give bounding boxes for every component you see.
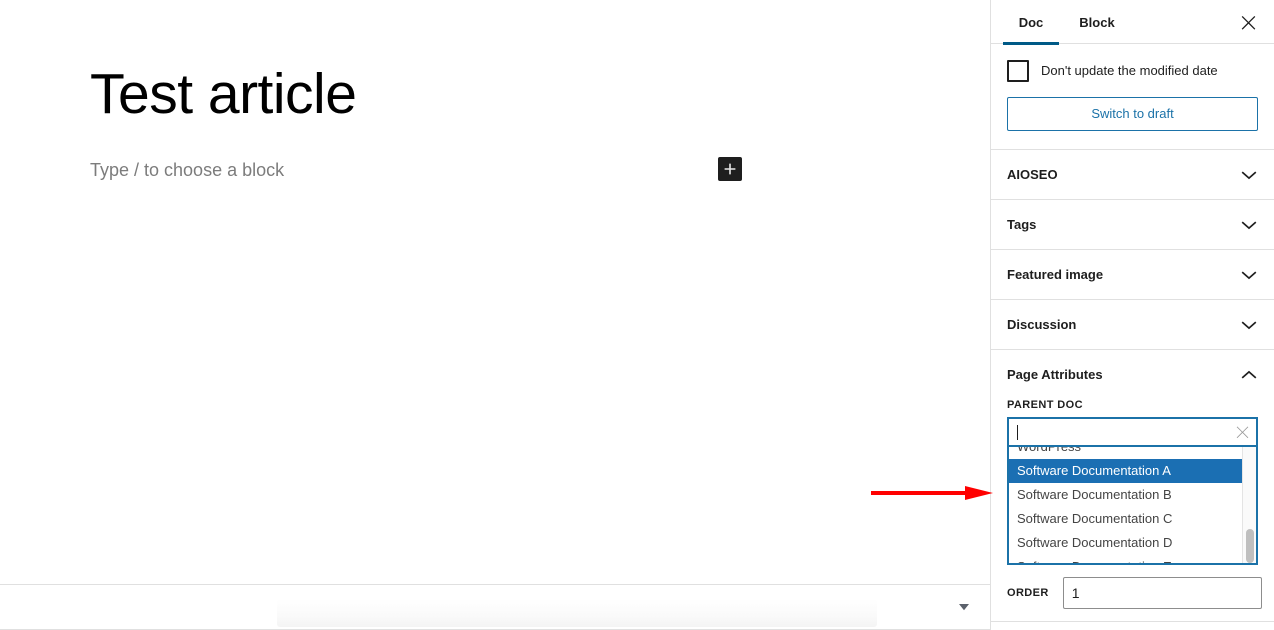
panel-page-attributes-header[interactable]: Page Attributes	[991, 350, 1274, 399]
order-input[interactable]	[1062, 577, 1262, 609]
chevron-up-icon	[1240, 369, 1258, 381]
editor-window: Test article Type / to choose a block Do…	[0, 0, 1274, 630]
block-placeholder-text[interactable]: Type / to choose a block	[90, 158, 284, 182]
options-scrollbar-track[interactable]	[1242, 447, 1256, 563]
list-item[interactable]: Software Documentation E	[1009, 555, 1256, 563]
panel-discussion-header[interactable]: Discussion	[991, 300, 1274, 349]
sidebar-tabs: Doc Block	[991, 0, 1274, 45]
modified-date-row: Don't update the modified date	[1007, 60, 1258, 82]
panel-discussion: Discussion	[991, 300, 1274, 350]
parent-doc-options-list[interactable]: WordPress Software Documentation A Softw…	[1007, 447, 1258, 565]
chevron-down-icon	[1240, 319, 1258, 331]
panel-tags-title: Tags	[1007, 217, 1037, 232]
editor-bottom-bar	[0, 584, 990, 630]
list-item[interactable]: WordPress	[1009, 447, 1256, 459]
dont-update-modified-date-label: Don't update the modified date	[1041, 63, 1218, 78]
text-caret	[1017, 424, 1018, 440]
list-item[interactable]: Software Documentation D	[1009, 531, 1256, 555]
chevron-down-icon	[1240, 269, 1258, 281]
panel-featured-image: Featured image	[991, 250, 1274, 300]
switch-to-draft-button[interactable]: Switch to draft	[1007, 97, 1258, 131]
status-section: Don't update the modified date Switch to…	[991, 44, 1274, 150]
panel-tags: Tags	[991, 200, 1274, 250]
panel-tags-header[interactable]: Tags	[991, 200, 1274, 249]
chevron-down-icon	[1240, 169, 1258, 181]
panel-featured-image-title: Featured image	[1007, 267, 1104, 282]
editor-canvas: Test article Type / to choose a block	[0, 0, 990, 584]
panel-aioseo-title: AIOSEO	[1007, 167, 1058, 182]
parent-doc-options-scroll: WordPress Software Documentation A Softw…	[1009, 447, 1256, 563]
post-title[interactable]: Test article	[90, 62, 357, 128]
parent-doc-input-value	[1017, 424, 1018, 440]
panel-featured-image-header[interactable]: Featured image	[991, 250, 1274, 299]
page-attributes-body: PARENT DOC Word	[991, 399, 1274, 621]
block-inserter-button[interactable]	[718, 157, 742, 181]
list-item[interactable]: Software Documentation C	[1009, 507, 1256, 531]
caret-down-icon[interactable]	[958, 603, 970, 612]
dont-update-modified-date-checkbox[interactable]	[1007, 60, 1029, 82]
panel-discussion-title: Discussion	[1007, 317, 1077, 332]
close-small-icon[interactable]	[1236, 426, 1249, 439]
plus-icon	[722, 161, 738, 177]
close-icon[interactable]	[1234, 8, 1262, 36]
bottom-bar-surface	[277, 599, 877, 627]
list-item-selected[interactable]: Software Documentation A	[1009, 459, 1256, 483]
order-row: ORDER	[1007, 577, 1262, 613]
document-sidebar: Doc Block Don't update the modified date…	[990, 0, 1274, 630]
panel-aioseo: AIOSEO	[991, 150, 1274, 200]
chevron-down-icon	[1240, 219, 1258, 231]
parent-doc-combobox: WordPress Software Documentation A Softw…	[1007, 417, 1258, 565]
tab-block[interactable]: Block	[1069, 0, 1125, 44]
parent-doc-label: PARENT DOC	[1007, 399, 1083, 411]
panel-aioseo-header[interactable]: AIOSEO	[991, 150, 1274, 199]
list-item[interactable]: Software Documentation B	[1009, 483, 1256, 507]
parent-doc-input[interactable]	[1007, 417, 1258, 447]
order-label: ORDER	[1007, 587, 1049, 599]
options-scrollbar-thumb[interactable]	[1246, 529, 1254, 563]
tab-doc[interactable]: Doc	[1003, 0, 1059, 45]
panel-page-attributes-title: Page Attributes	[1007, 367, 1103, 382]
panel-page-attributes: Page Attributes PARENT DOC Software Docu…	[991, 350, 1274, 622]
